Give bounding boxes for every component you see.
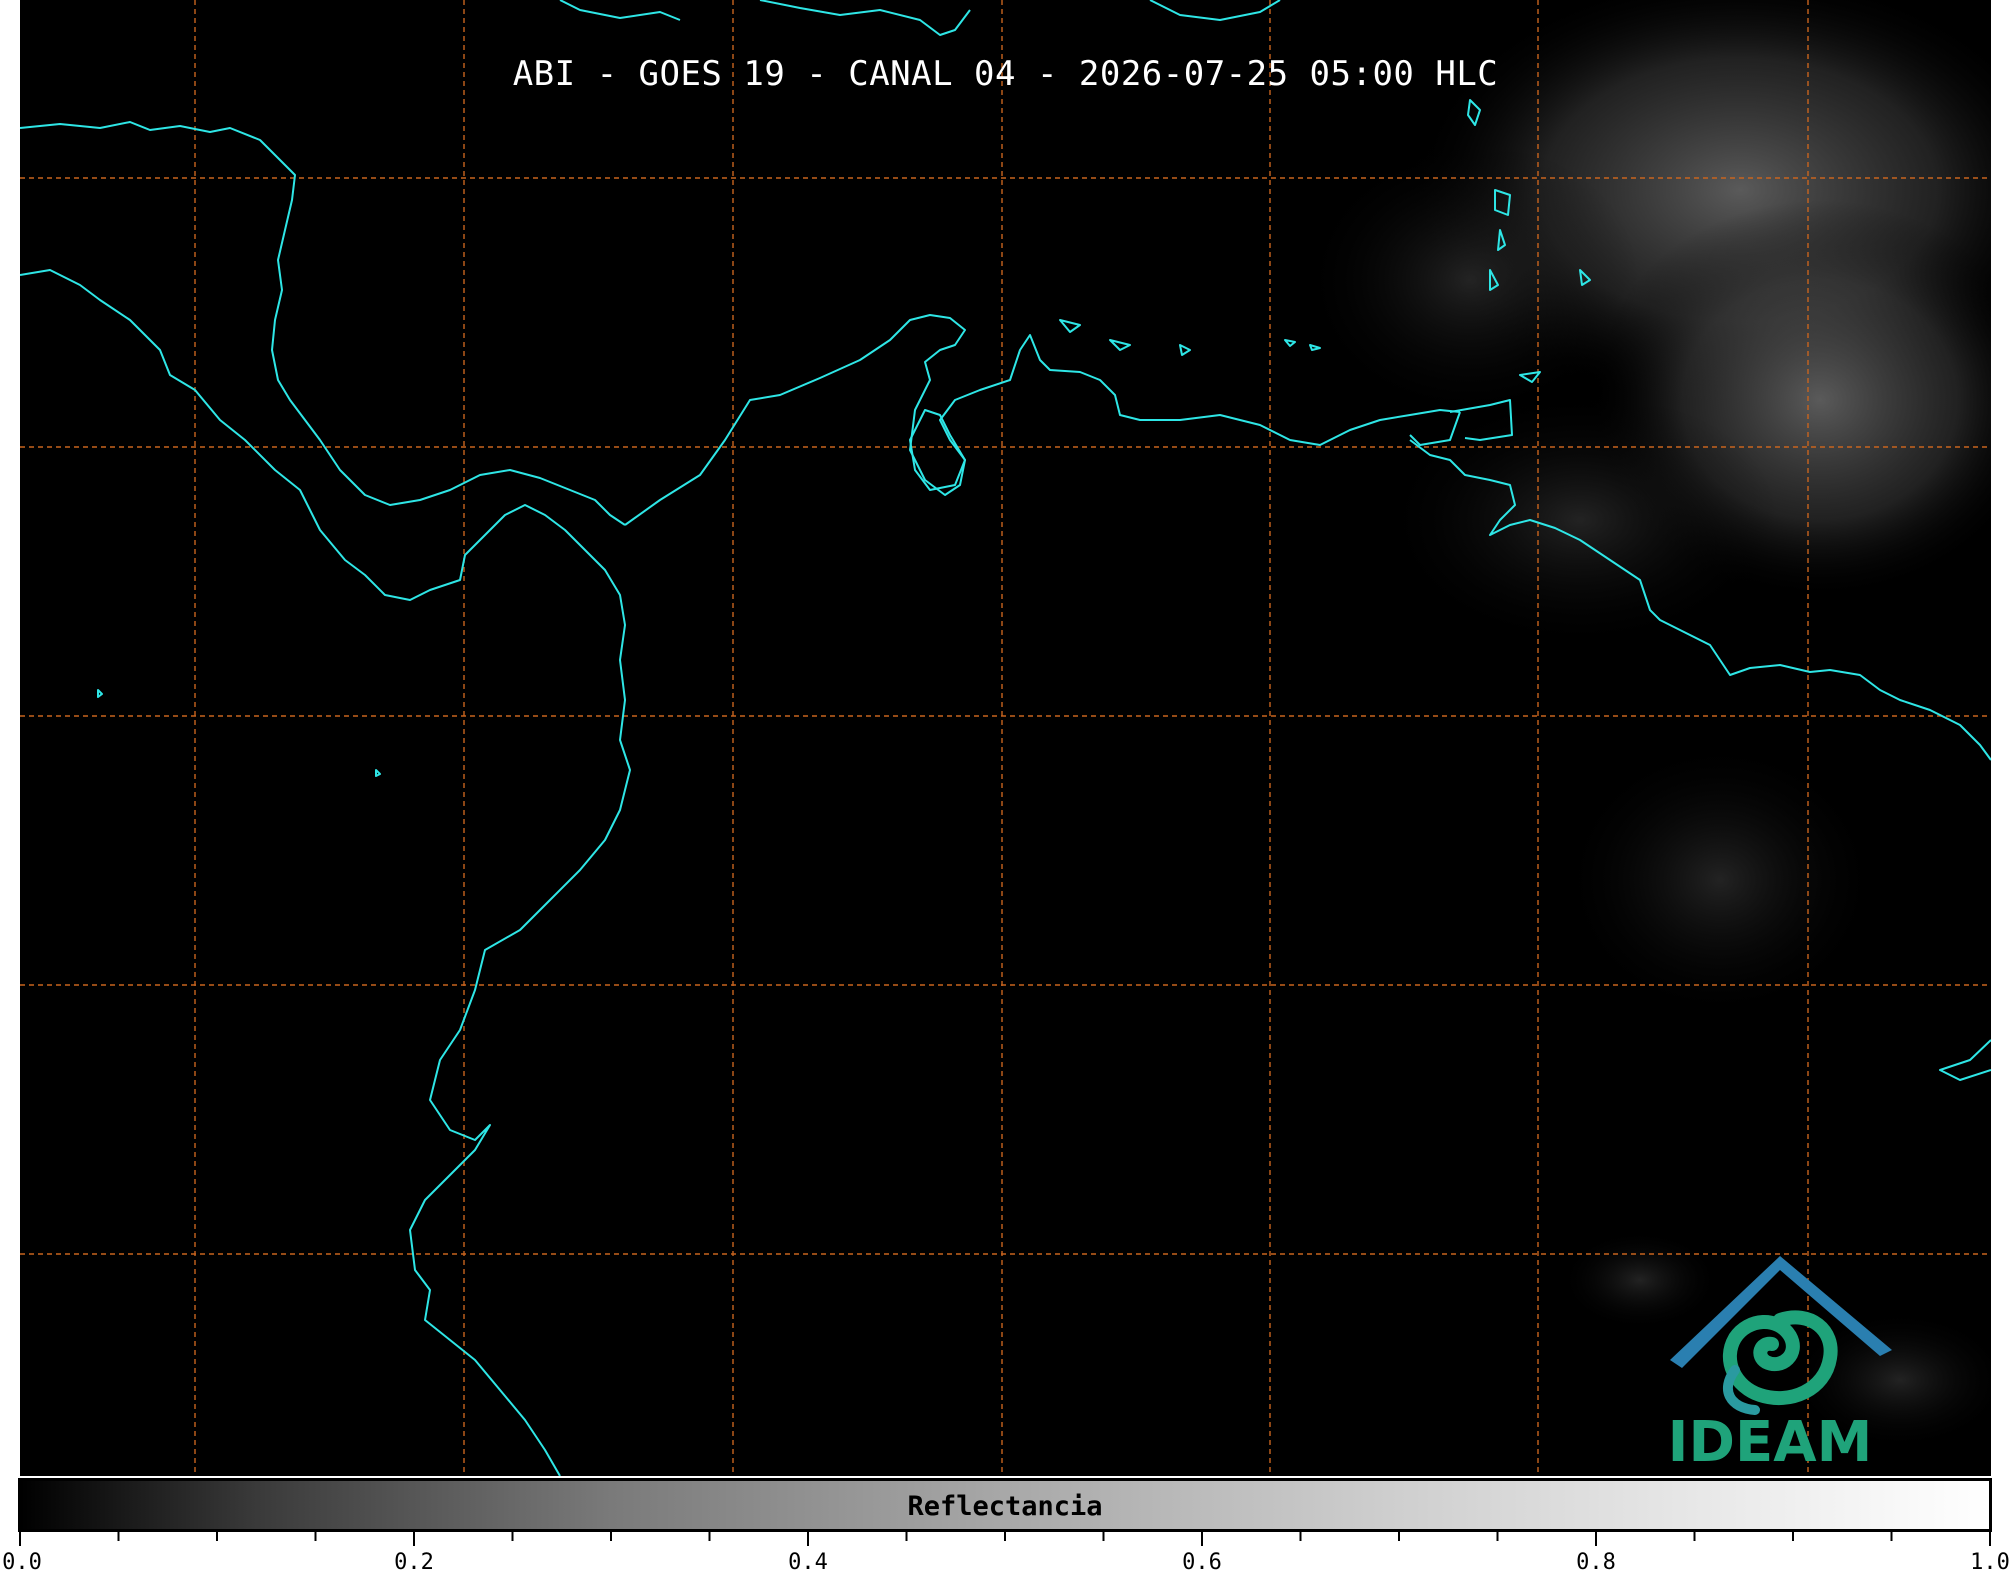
colorbar-tick-label: 1.0 (1970, 1550, 2010, 1575)
colorbar-tick-label: 0.4 (788, 1550, 828, 1575)
colorbar-tick-label: 0.0 (2, 1550, 42, 1575)
ideam-emblem-icon (1670, 1256, 1892, 1415)
colorbar-tick-label: 0.6 (1182, 1550, 1222, 1575)
colorbar-tick-label: 0.2 (394, 1550, 434, 1575)
satellite-map: ABI - GOES 19 - CANAL 04 - 2026-07-25 05… (20, 0, 1991, 1476)
colorbar-tick-label: 0.8 (1576, 1550, 1616, 1575)
ideam-logo: IDEAM (1660, 1250, 1910, 1475)
cloud-field (1300, 0, 1991, 1450)
colorbar: Reflectancia (18, 1478, 1992, 1532)
map-title: ABI - GOES 19 - CANAL 04 - 2026-07-25 05… (512, 54, 1499, 94)
colorbar-label: Reflectancia (907, 1491, 1103, 1522)
logo-text: IDEAM (1667, 1410, 1873, 1475)
